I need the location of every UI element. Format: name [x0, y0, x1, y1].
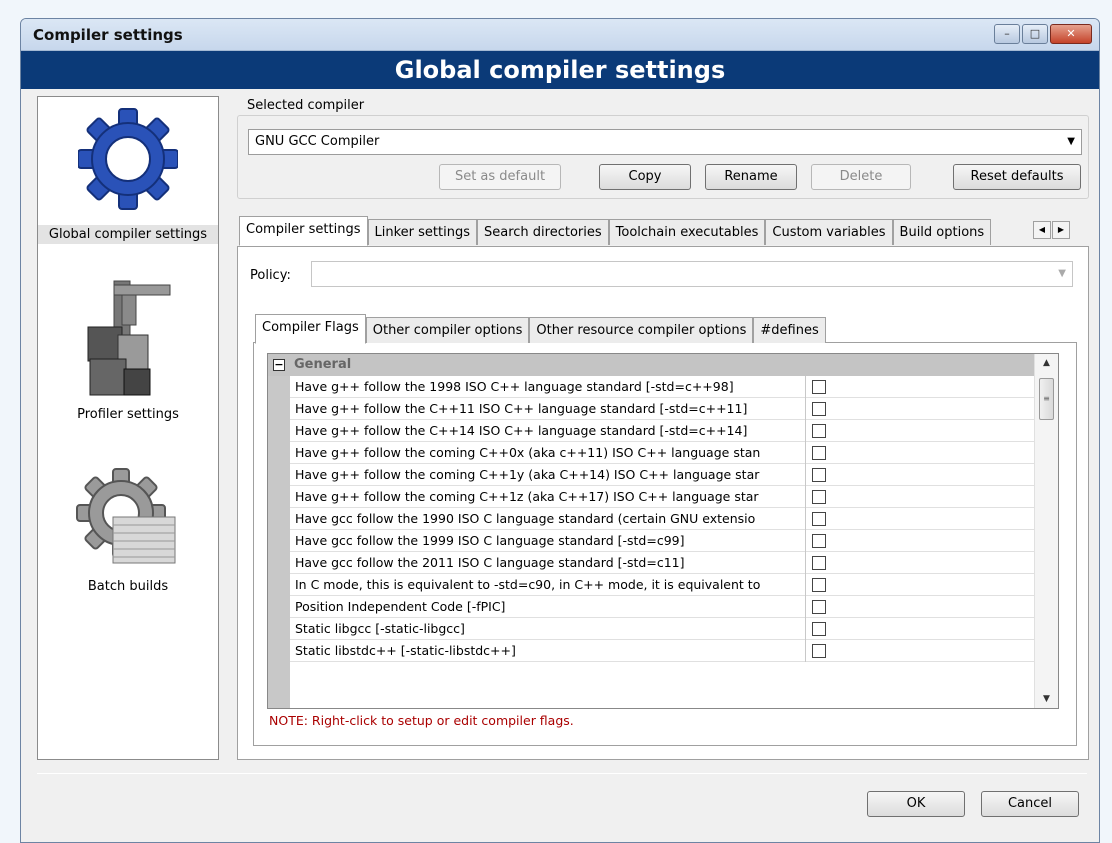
caliper-icon [87, 280, 171, 396]
divider [247, 299, 1077, 300]
grid-group-header[interactable]: − General [268, 354, 1034, 376]
collapse-icon[interactable]: − [273, 359, 285, 371]
flag-label: Have g++ follow the coming C++1y (aka C+… [290, 464, 806, 486]
policy-label: Policy: [250, 268, 291, 283]
sidebar-item-label: Global compiler settings [38, 225, 218, 244]
reset-defaults-button[interactable]: Reset defaults [953, 164, 1081, 190]
policy-select[interactable]: ▼ [311, 261, 1073, 287]
flag-checkbox[interactable] [812, 446, 826, 460]
flag-checkbox[interactable] [812, 402, 826, 416]
copy-button[interactable]: Copy [599, 164, 691, 190]
flag-checkbox[interactable] [812, 380, 826, 394]
selected-compiler-label: Selected compiler [247, 98, 365, 113]
maximize-icon[interactable]: □ [1022, 24, 1048, 44]
compiler-flags-grid: − General Have g++ follow the 1998 ISO C… [267, 353, 1059, 709]
compiler-flags-note: NOTE: Right-click to setup or edit compi… [269, 713, 574, 728]
table-row[interactable]: In C mode, this is equivalent to -std=c9… [290, 574, 1034, 596]
table-row[interactable]: Have g++ follow the C++14 ISO C++ langua… [290, 420, 1034, 442]
grid-scrollbar[interactable]: ▲ ≡ ▼ [1034, 354, 1058, 708]
flag-label: Have g++ follow the 1998 ISO C++ languag… [290, 376, 806, 398]
table-row[interactable]: Have g++ follow the coming C++0x (aka c+… [290, 442, 1034, 464]
table-row[interactable]: Static libstdc++ [-static-libstdc++] [290, 640, 1034, 662]
table-row[interactable]: Have g++ follow the C++11 ISO C++ langua… [290, 398, 1034, 420]
title-bar[interactable]: Compiler settings – □ ✕ [21, 19, 1099, 51]
tab-compiler-settings[interactable]: Compiler settings [239, 216, 368, 246]
flag-checkbox[interactable] [812, 556, 826, 570]
flag-label: Have g++ follow the coming C++1z (aka C+… [290, 486, 806, 508]
compiler-settings-window: Compiler settings – □ ✕ Global compiler … [20, 18, 1100, 843]
table-row[interactable]: Position Independent Code [-fPIC] [290, 596, 1034, 618]
flag-checkbox[interactable] [812, 424, 826, 438]
tab-compiler-flags[interactable]: Compiler Flags [255, 314, 366, 344]
flag-label: Have g++ follow the coming C++0x (aka c+… [290, 442, 806, 464]
tab-custom-variables[interactable]: Custom variables [765, 219, 893, 245]
tab-scroll-right-icon[interactable]: ▶ [1052, 221, 1070, 239]
tab-toolchain-executables[interactable]: Toolchain executables [608, 219, 766, 245]
settings-sidebar: Global compiler settings Profiler settin… [37, 96, 219, 760]
tab-build-options[interactable]: Build options [892, 219, 992, 245]
grid-group-label: General [294, 357, 352, 372]
table-row[interactable]: Have gcc follow the 1999 ISO C language … [290, 530, 1034, 552]
flag-checkbox[interactable] [812, 490, 826, 504]
table-row[interactable]: Have g++ follow the 1998 ISO C++ languag… [290, 376, 1034, 398]
tab-scroll-left-icon[interactable]: ◀ [1033, 221, 1051, 239]
gear-icon [77, 108, 179, 210]
scroll-down-icon[interactable]: ▼ [1035, 690, 1058, 708]
chevron-down-icon: ▼ [1067, 136, 1075, 147]
sidebar-item-batch-builds[interactable]: Batch builds [38, 467, 218, 594]
sidebar-item-label: Batch builds [87, 579, 169, 594]
flag-label: Have gcc follow the 1990 ISO C language … [290, 508, 806, 530]
flag-label: Static libstdc++ [-static-libstdc++] [290, 640, 806, 662]
main-tabs: Compiler settings Linker settings Search… [239, 216, 992, 246]
table-row[interactable]: Have g++ follow the coming C++1z (aka C+… [290, 486, 1034, 508]
flag-checkbox[interactable] [812, 622, 826, 636]
minimize-icon[interactable]: – [994, 24, 1020, 44]
page-banner: Global compiler settings [21, 51, 1099, 89]
sidebar-item-label: Profiler settings [77, 407, 179, 422]
sub-tabs: Compiler Flags Other compiler options Ot… [255, 314, 826, 344]
flag-label: Static libgcc [-static-libgcc] [290, 618, 806, 640]
delete-button[interactable]: Delete [811, 164, 911, 190]
compiler-select[interactable]: GNU GCC Compiler ▼ [248, 129, 1082, 155]
tab-other-compiler-options[interactable]: Other compiler options [365, 317, 530, 343]
window-title: Compiler settings [33, 26, 183, 44]
ok-button[interactable]: OK [867, 791, 965, 817]
tab-other-resource-compiler-options[interactable]: Other resource compiler options [529, 317, 754, 343]
flag-checkbox[interactable] [812, 578, 826, 592]
sidebar-item-profiler-settings[interactable]: Profiler settings [38, 275, 218, 422]
flag-checkbox[interactable] [812, 600, 826, 614]
gear-stack-icon [76, 468, 176, 564]
rename-button[interactable]: Rename [705, 164, 797, 190]
flag-label: Position Independent Code [-fPIC] [290, 596, 806, 618]
flag-label: In C mode, this is equivalent to -std=c9… [290, 574, 806, 596]
tab-linker-settings[interactable]: Linker settings [367, 219, 477, 245]
flag-checkbox[interactable] [812, 534, 826, 548]
tab-search-directories[interactable]: Search directories [476, 219, 609, 245]
table-row[interactable]: Have gcc follow the 2011 ISO C language … [290, 552, 1034, 574]
sidebar-item-global-compiler-settings[interactable]: Global compiler settings [38, 97, 218, 244]
footer-divider [37, 773, 1087, 774]
set-default-button[interactable]: Set as default [439, 164, 561, 190]
table-row[interactable]: Have g++ follow the coming C++1y (aka C+… [290, 464, 1034, 486]
table-row[interactable]: Have gcc follow the 1990 ISO C language … [290, 508, 1034, 530]
flag-checkbox[interactable] [812, 644, 826, 658]
flag-label: Have g++ follow the C++14 ISO C++ langua… [290, 420, 806, 442]
cancel-button[interactable]: Cancel [981, 791, 1079, 817]
flag-label: Have gcc follow the 2011 ISO C language … [290, 552, 806, 574]
grid-gutter [268, 354, 290, 708]
chevron-down-icon: ▼ [1058, 268, 1066, 279]
flag-checkbox[interactable] [812, 512, 826, 526]
compiler-select-value: GNU GCC Compiler [255, 134, 380, 149]
scroll-up-icon[interactable]: ▲ [1035, 354, 1058, 372]
flag-label: Have g++ follow the C++11 ISO C++ langua… [290, 398, 806, 420]
flag-checkbox[interactable] [812, 468, 826, 482]
tab-defines[interactable]: #defines [753, 317, 826, 343]
table-row[interactable]: Static libgcc [-static-libgcc] [290, 618, 1034, 640]
scroll-thumb[interactable]: ≡ [1039, 378, 1054, 420]
close-icon[interactable]: ✕ [1050, 24, 1092, 44]
flag-label: Have gcc follow the 1999 ISO C language … [290, 530, 806, 552]
